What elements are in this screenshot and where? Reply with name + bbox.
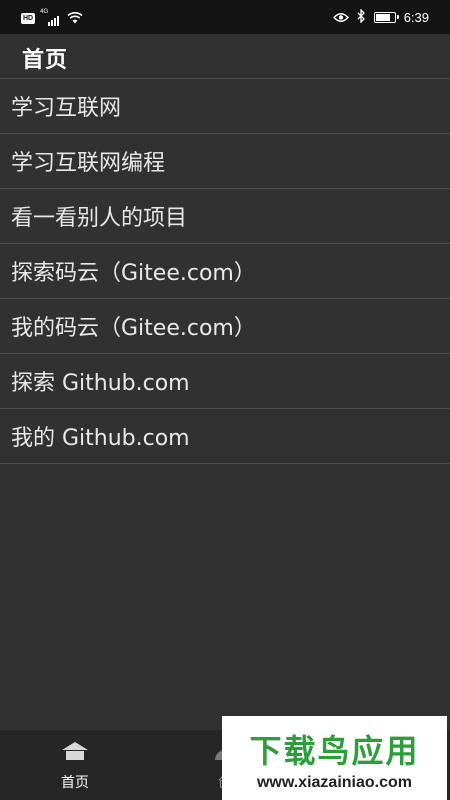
menu-item-learn-internet[interactable]: 学习互联网 <box>0 79 450 134</box>
watermark-brand: 下载鸟应用 <box>249 732 420 770</box>
menu-item-label: 我的 Github.com <box>11 426 190 451</box>
battery-icon <box>373 12 399 23</box>
home-icon <box>61 741 89 765</box>
tab-home-label: 首页 <box>61 775 89 791</box>
menu-item-my-gitee[interactable]: 我的码云（Gitee.com） <box>0 299 450 354</box>
wifi-icon <box>67 9 83 28</box>
menu-item-label: 我的码云（Gitee.com） <box>11 316 256 341</box>
status-bar: HD 4G 6:39 <box>0 0 450 34</box>
menu-item-explore-github[interactable]: 探索 Github.com <box>0 354 450 409</box>
hd-icon: HD <box>21 13 36 24</box>
menu-item-my-github[interactable]: 我的 Github.com <box>0 409 450 464</box>
menu-item-explore-gitee[interactable]: 探索码云（Gitee.com） <box>0 244 450 299</box>
app-screen: HD 4G 6:39 首页 学习互联网 学习互联网编程 看一看别人的项目 探索码… <box>0 0 450 800</box>
watermark-logo: 下载鸟应用 www.xiazainiao.com <box>222 716 447 800</box>
watermark-url: www.xiazainiao.com <box>256 774 412 791</box>
status-time: 6:39 <box>403 10 429 25</box>
menu-list: 学习互联网 学习互联网编程 看一看别人的项目 探索码云（Gitee.com） 我… <box>0 79 450 464</box>
menu-item-label: 探索码云（Gitee.com） <box>11 261 256 286</box>
menu-item-label: 探索 Github.com <box>11 371 190 396</box>
status-right-group: 6:39 <box>332 8 429 27</box>
tab-home[interactable]: 首页 <box>0 730 150 800</box>
menu-item-label: 学习互联网编程 <box>11 151 166 176</box>
eye-icon <box>332 8 349 27</box>
menu-item-learn-programming[interactable]: 学习互联网编程 <box>0 134 450 189</box>
signal-icon: 4G <box>40 8 62 26</box>
menu-item-others-projects[interactable]: 看一看别人的项目 <box>0 189 450 244</box>
bluetooth-icon <box>357 8 366 27</box>
menu-item-label: 学习互联网 <box>11 96 122 121</box>
network-type-label: 4G <box>40 8 49 15</box>
app-header: 首页 <box>0 34 450 78</box>
page-title: 首页 <box>22 48 69 73</box>
menu-item-label: 看一看别人的项目 <box>11 206 188 231</box>
status-left-group: HD 4G <box>21 9 83 28</box>
